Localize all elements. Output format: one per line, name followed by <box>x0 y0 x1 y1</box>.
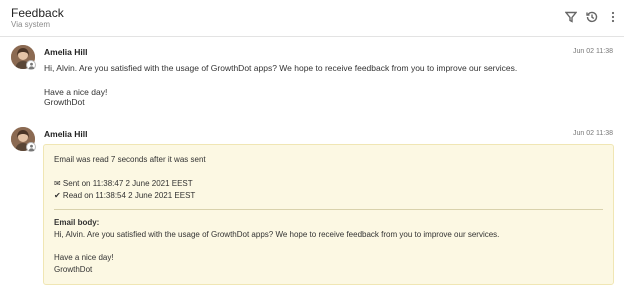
read-status: ✔ Read on 11:38:54 2 June 2021 EEST <box>54 191 196 200</box>
page-subtitle: Via system <box>11 20 50 29</box>
sender-name[interactable]: Amelia Hill <box>44 47 87 57</box>
email-body-label: Email body: <box>54 218 100 227</box>
filter-icon[interactable] <box>564 10 578 24</box>
email-body-line: GrowthDot <box>54 265 93 274</box>
divider <box>54 209 603 210</box>
message-body-line: Hi, Alvin. Are you satisfied with the us… <box>44 63 518 73</box>
user-badge-icon <box>26 60 36 70</box>
page-title: Feedback <box>11 6 64 20</box>
sent-status: ✉ Sent on 11:38:47 2 June 2021 EEST <box>54 179 193 188</box>
message-body-line: GrowthDot <box>44 97 85 107</box>
more-vertical-icon[interactable] <box>606 10 620 24</box>
user-badge-icon <box>26 142 36 152</box>
message-date: Jun 02 11:38 <box>573 48 613 55</box>
email-tracking-card: Email was read 7 seconds after it was se… <box>43 144 614 285</box>
email-body-line: Hi, Alvin. Are you satisfied with the us… <box>54 230 500 239</box>
sender-name[interactable]: Amelia Hill <box>44 129 87 139</box>
read-notice: Email was read 7 seconds after it was se… <box>54 155 206 164</box>
history-icon[interactable] <box>585 10 599 24</box>
header-toolbar <box>564 10 620 24</box>
email-body-line: Have a nice day! <box>54 253 114 262</box>
message-date: Jun 02 11:38 <box>573 130 613 137</box>
conversation-header: Feedback Via system <box>0 0 624 37</box>
